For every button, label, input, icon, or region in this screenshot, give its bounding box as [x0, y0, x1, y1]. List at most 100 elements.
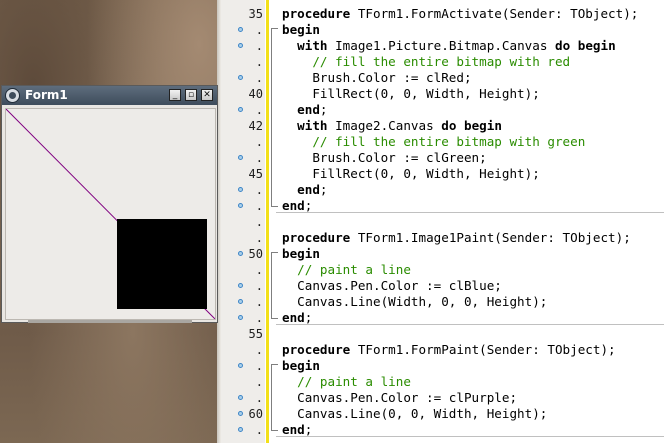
code-line[interactable]: . end;: [221, 102, 664, 118]
code-text[interactable]: Canvas.Line(Width, 0, 0, Height);: [282, 294, 547, 310]
code-line[interactable]: . Brush.Color := clRed;: [221, 70, 664, 86]
fold-marker: [271, 182, 278, 198]
fold-marker: [271, 38, 278, 54]
code-token: ;: [304, 310, 313, 325]
code-text[interactable]: procedure TForm1.FormPaint(Sender: TObje…: [282, 342, 616, 358]
code-text[interactable]: FillRect(0, 0, Width, Height);: [282, 86, 539, 102]
code-line[interactable]: . begin: [221, 22, 664, 39]
fold-marker: [271, 278, 278, 294]
code-text[interactable]: // fill the entire bitmap with red: [282, 54, 570, 70]
code-text[interactable]: Canvas.Pen.Color := clPurple;: [282, 390, 517, 406]
fold-marker: [271, 102, 278, 118]
keyword-token: begin: [464, 118, 502, 133]
app-icon[interactable]: [5, 88, 20, 103]
code-text[interactable]: // paint a line: [282, 262, 411, 278]
line-number: .: [255, 391, 263, 405]
code-token: ;: [319, 182, 328, 197]
line-number: 45: [248, 167, 263, 181]
code-line[interactable]: 42 with Image2.Canvas do begin: [221, 118, 664, 134]
code-text[interactable]: with Image2.Canvas do begin: [282, 118, 502, 134]
code-line[interactable]: 40 FillRect(0, 0, Width, Height);: [221, 86, 664, 102]
code-text[interactable]: with Image1.Picture.Bitmap.Canvas do beg…: [282, 38, 616, 54]
line-number: 35: [248, 7, 263, 21]
source-editor[interactable]: 35 procedure TForm1.FormActivate(Sender: …: [221, 0, 664, 443]
line-number: .: [255, 343, 263, 357]
code-text[interactable]: Canvas.Pen.Color := clBlue;: [282, 278, 502, 294]
fold-marker: [271, 374, 278, 390]
code-line[interactable]: . // fill the entire bitmap with red: [221, 54, 664, 70]
code-text[interactable]: Canvas.Line(0, 0, Width, Height);: [282, 406, 547, 422]
keyword-token: begin: [577, 38, 616, 53]
code-token: ;: [304, 198, 313, 213]
code-line[interactable]: . begin: [221, 358, 664, 375]
comment-token: // paint a line: [282, 374, 411, 389]
code-token: ;: [304, 422, 313, 437]
restore-button[interactable]: ▫: [185, 89, 197, 101]
code-text[interactable]: begin: [282, 246, 320, 262]
minimize-button[interactable]: _: [169, 89, 181, 101]
line-number: 55: [248, 327, 263, 341]
code-line[interactable]: 60 Canvas.Line(0, 0, Width, Height);: [221, 406, 664, 422]
code-line[interactable]: . procedure TForm1.FormPaint(Sender: TObj…: [221, 342, 664, 358]
code-line[interactable]: . // fill the entire bitmap with green: [221, 134, 664, 150]
code-token: TForm1.FormActivate(Sender: TObject);: [350, 6, 639, 21]
code-text[interactable]: FillRect(0, 0, Width, Height);: [282, 166, 539, 182]
keyword-token: end: [282, 310, 305, 325]
code-line[interactable]: . Brush.Color := clGreen;: [221, 150, 664, 166]
code-text[interactable]: Brush.Color := clGreen;: [282, 150, 486, 166]
line-number: .: [255, 199, 263, 213]
code-text[interactable]: begin: [282, 358, 320, 374]
code-line[interactable]: . // paint a line: [221, 374, 664, 390]
code-line[interactable]: . procedure TForm1.Image1Paint(Sender: TO…: [221, 230, 664, 246]
line-number: .: [255, 151, 263, 165]
line-number: 50: [248, 247, 263, 261]
code-text[interactable]: begin: [282, 22, 320, 38]
code-line[interactable]: . // paint a line: [221, 262, 664, 278]
code-text[interactable]: procedure TForm1.FormActivate(Sender: TO…: [282, 6, 638, 22]
code-text[interactable]: end;: [282, 182, 328, 198]
line-number: .: [255, 263, 263, 277]
comment-token: // paint a line: [282, 262, 411, 277]
code-text[interactable]: // fill the entire bitmap with green: [282, 134, 585, 150]
fold-marker: [271, 134, 278, 150]
code-line[interactable]: .: [221, 214, 664, 230]
code-line[interactable]: 55: [221, 326, 664, 342]
line-number: .: [255, 183, 263, 197]
fold-marker: [271, 294, 278, 310]
fold-marker: [271, 70, 278, 86]
code-line[interactable]: 35 procedure TForm1.FormActivate(Sender: …: [221, 6, 664, 22]
code-text[interactable]: // paint a line: [282, 374, 411, 390]
code-line[interactable]: 45 FillRect(0, 0, Width, Height);: [221, 166, 664, 182]
code-line[interactable]: . end;: [221, 182, 664, 198]
procedure-divider: [276, 212, 664, 213]
line-number: .: [255, 279, 263, 293]
keyword-token: end: [282, 422, 305, 437]
code-line[interactable]: 50 begin: [221, 246, 664, 263]
code-line[interactable]: . Canvas.Pen.Color := clPurple;: [221, 390, 664, 406]
form1-title: Form1: [25, 88, 68, 102]
form1-window: Form1 _ ▫ ✕: [1, 85, 218, 323]
line-number: .: [255, 39, 263, 53]
fold-marker: [271, 118, 278, 134]
comment-token: // fill the entire bitmap with green: [282, 134, 586, 149]
keyword-token: begin: [282, 22, 320, 37]
keyword-token: with: [297, 118, 328, 133]
form1-titlebar[interactable]: Form1 _ ▫ ✕: [2, 86, 217, 105]
fold-marker: [271, 86, 278, 102]
code-line[interactable]: . Canvas.Line(Width, 0, 0, Height);: [221, 294, 664, 310]
code-text[interactable]: procedure TForm1.Image1Paint(Sender: TOb…: [282, 230, 631, 246]
code-text[interactable]: Brush.Color := clRed;: [282, 70, 471, 86]
fold-marker: [271, 262, 278, 278]
code-line[interactable]: . Canvas.Pen.Color := clBlue;: [221, 278, 664, 294]
code-text[interactable]: end;: [282, 102, 327, 118]
code-token: Canvas.Line(Width, 0, 0, Height);: [282, 294, 548, 309]
close-button[interactable]: ✕: [201, 89, 213, 101]
code-line[interactable]: . with Image1.Picture.Bitmap.Canvas do b…: [221, 38, 664, 54]
line-number: .: [255, 103, 263, 117]
fold-marker: [271, 54, 278, 70]
line-number: .: [255, 23, 263, 37]
